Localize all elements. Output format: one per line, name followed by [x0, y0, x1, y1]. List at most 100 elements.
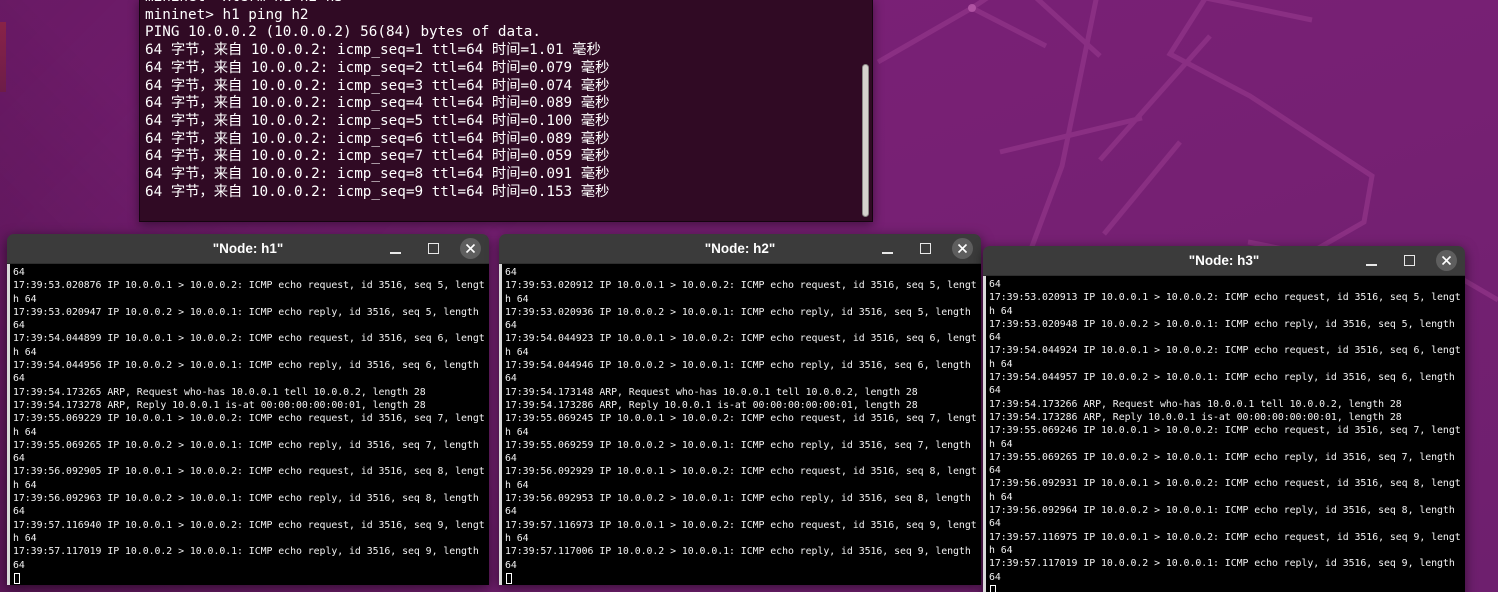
terminal-line: 64 字节，来自 10.0.0.2: icmp_seq=6 ttl=64 时间=…	[145, 130, 610, 147]
terminal-line: h 64	[13, 346, 37, 358]
desktop: { "colors": { "desktop_purple": "#762073…	[0, 0, 1498, 592]
terminal-line: PING 10.0.0.2 (10.0.0.2) 56(84) bytes of…	[145, 24, 541, 41]
terminal-line: 64	[505, 267, 517, 278]
terminal-line: 64 字节，来自 10.0.0.2: icmp_seq=5 ttl=64 时间=…	[145, 112, 610, 129]
terminal-line: h 64	[989, 358, 1013, 370]
terminal-line: 64 字节，来自 10.0.0.2: icmp_seq=1 ttl=64 时间=…	[145, 42, 601, 59]
terminal-line: 64 字节，来自 10.0.0.2: icmp_seq=3 ttl=64 时间=…	[145, 77, 610, 94]
terminal-line: 17:39:53.020947 IP 10.0.0.2 > 10.0.0.1: …	[13, 306, 479, 318]
terminal-line: 17:39:54.173286 ARP, Reply 10.0.0.1 is-a…	[989, 411, 1402, 423]
terminal-line: 17:39:54.044899 IP 10.0.0.1 > 10.0.0.2: …	[13, 333, 485, 345]
titlebar-h1[interactable]: "Node: h1"	[7, 234, 489, 264]
terminal-line: 64 字节，来自 10.0.0.2: icmp_seq=9 ttl=64 时间=…	[145, 183, 610, 200]
minimize-button[interactable]	[384, 238, 406, 260]
terminal-line: 64	[989, 279, 1001, 290]
terminal-line: 64	[13, 506, 25, 518]
terminal-line: h 64	[505, 479, 529, 491]
terminal-line: h 64	[13, 293, 37, 305]
terminal-line: 17:39:54.173266 ARP, Request who-has 10.…	[989, 398, 1402, 410]
terminal-line: 64	[13, 559, 25, 571]
terminal-line: 64	[13, 267, 25, 278]
terminal-line: 64	[989, 332, 1001, 344]
terminal-line: 17:39:54.173265 ARP, Request who-has 10.…	[13, 386, 426, 398]
terminal-line: 17:39:55.069259 IP 10.0.0.2 > 10.0.0.1: …	[505, 439, 971, 451]
terminal-line: h 64	[505, 532, 529, 544]
close-icon	[957, 243, 968, 254]
close-button[interactable]	[952, 238, 973, 259]
terminal-line: 64	[989, 571, 1001, 583]
terminal-line: 17:39:55.069246 IP 10.0.0.1 > 10.0.0.2: …	[989, 425, 1461, 437]
terminal-line: 64	[989, 518, 1001, 530]
mininet-cli-terminal-window[interactable]: mininet> xterm h1 h2 h3mininet> h1 ping …	[139, 0, 873, 222]
minimize-icon	[881, 251, 893, 254]
wallpaper-node-dot	[968, 4, 976, 12]
terminal-output-h1[interactable]: 64 17:39:53.020876 IP 10.0.0.1 > 10.0.0.2…	[7, 264, 489, 585]
terminal-line: h 64	[13, 426, 37, 438]
terminal-line: 64	[505, 559, 517, 571]
terminal-output-h2[interactable]: 64 17:39:53.020912 IP 10.0.0.1 > 10.0.0.2…	[499, 264, 981, 585]
terminal-line: h 64	[989, 305, 1013, 317]
cli-output: mininet> xterm h1 h2 h3mininet> h1 ping …	[145, 0, 872, 201]
terminal-line: 17:39:53.020876 IP 10.0.0.1 > 10.0.0.2: …	[13, 280, 485, 292]
terminal-line: 17:39:56.092953 IP 10.0.0.2 > 10.0.0.1: …	[505, 493, 971, 505]
terminal-line: 64	[989, 465, 1001, 477]
terminal-line: 17:39:54.044957 IP 10.0.0.2 > 10.0.0.1: …	[989, 372, 1455, 384]
terminal-line: 17:39:55.069265 IP 10.0.0.2 > 10.0.0.1: …	[13, 439, 479, 451]
terminal-line: 17:39:55.069265 IP 10.0.0.2 > 10.0.0.1: …	[989, 451, 1455, 463]
terminal-cursor	[990, 584, 996, 592]
window-node-h2: "Node: h2" 64 17:39:53.020912 IP 10.0.0.1…	[499, 234, 981, 585]
maximize-icon	[919, 243, 931, 254]
minimize-button[interactable]	[876, 238, 898, 260]
maximize-button[interactable]	[914, 238, 936, 260]
terminal-line: 17:39:57.116973 IP 10.0.0.1 > 10.0.0.2: …	[505, 519, 977, 531]
terminal-line: mininet> h1 ping h2	[145, 6, 309, 23]
terminal-line: h 64	[989, 438, 1013, 450]
titlebar-h3[interactable]: "Node: h3"	[983, 246, 1465, 276]
terminal-line: 17:39:54.044923 IP 10.0.0.1 > 10.0.0.2: …	[505, 333, 977, 345]
terminal-line: 17:39:56.092905 IP 10.0.0.1 > 10.0.0.2: …	[13, 466, 485, 478]
terminal-line: 17:39:57.117019 IP 10.0.0.2 > 10.0.0.1: …	[13, 546, 479, 558]
terminal-line: 17:39:54.173278 ARP, Reply 10.0.0.1 is-a…	[13, 399, 426, 411]
terminal-output-h3[interactable]: 64 17:39:53.020913 IP 10.0.0.1 > 10.0.0.2…	[983, 276, 1465, 592]
terminal-cursor	[506, 572, 512, 584]
window-title-h3: "Node: h3"	[1188, 253, 1260, 268]
terminal-line: 17:39:53.020948 IP 10.0.0.2 > 10.0.0.1: …	[989, 318, 1455, 330]
window-title-h1: "Node: h1"	[212, 241, 284, 256]
terminal-line: h 64	[989, 491, 1013, 503]
minimize-button[interactable]	[1360, 250, 1382, 272]
terminal-line: h 64	[505, 426, 529, 438]
terminal-line: 17:39:56.092931 IP 10.0.0.1 > 10.0.0.2: …	[989, 478, 1461, 490]
minimize-icon	[1365, 263, 1377, 266]
terminal-line: 64 字节，来自 10.0.0.2: icmp_seq=8 ttl=64 时间=…	[145, 166, 610, 183]
terminal-line: 17:39:54.044924 IP 10.0.0.1 > 10.0.0.2: …	[989, 345, 1461, 357]
terminal-line: 64	[505, 320, 517, 332]
terminal-line: 64 字节，来自 10.0.0.2: icmp_seq=7 ttl=64 时间=…	[145, 148, 610, 165]
terminal-line: 64	[13, 373, 25, 385]
window-node-h3: "Node: h3" 64 17:39:53.020913 IP 10.0.0.1…	[983, 246, 1465, 592]
close-button[interactable]	[1436, 250, 1457, 271]
terminal-line: 17:39:54.173286 ARP, Reply 10.0.0.1 is-a…	[505, 399, 918, 411]
close-icon	[1441, 255, 1452, 266]
terminal-line: 17:39:57.117006 IP 10.0.0.2 > 10.0.0.1: …	[505, 546, 971, 558]
terminal-line: h 64	[13, 532, 37, 544]
terminal-line: h 64	[989, 544, 1013, 556]
terminal-line: 17:39:57.117019 IP 10.0.0.2 > 10.0.0.1: …	[989, 558, 1455, 570]
minimize-icon	[389, 251, 401, 254]
terminal-line: 17:39:54.173148 ARP, Request who-has 10.…	[505, 386, 918, 398]
terminal-line: 17:39:54.044946 IP 10.0.0.2 > 10.0.0.1: …	[505, 360, 971, 372]
window-node-h1: "Node: h1" 64 17:39:53.020876 IP 10.0.0.1…	[7, 234, 489, 585]
wallpaper-edge-glow	[0, 22, 6, 92]
cli-scrollbar-thumb[interactable]	[862, 64, 869, 217]
titlebar-h2[interactable]: "Node: h2"	[499, 234, 981, 264]
close-icon	[465, 243, 476, 254]
terminal-line: 64	[13, 453, 25, 465]
terminal-line: 17:39:53.020912 IP 10.0.0.1 > 10.0.0.2: …	[505, 280, 977, 292]
maximize-button[interactable]	[422, 238, 444, 260]
terminal-line: 17:39:53.020913 IP 10.0.0.1 > 10.0.0.2: …	[989, 292, 1461, 304]
close-button[interactable]	[460, 238, 481, 259]
terminal-line: 64	[505, 453, 517, 465]
terminal-line: 17:39:55.069229 IP 10.0.0.1 > 10.0.0.2: …	[13, 413, 485, 425]
terminal-line: 17:39:57.116940 IP 10.0.0.1 > 10.0.0.2: …	[13, 519, 485, 531]
maximize-button[interactable]	[1398, 250, 1420, 272]
terminal-line: mininet> xterm h1 h2 h3	[145, 0, 872, 7]
